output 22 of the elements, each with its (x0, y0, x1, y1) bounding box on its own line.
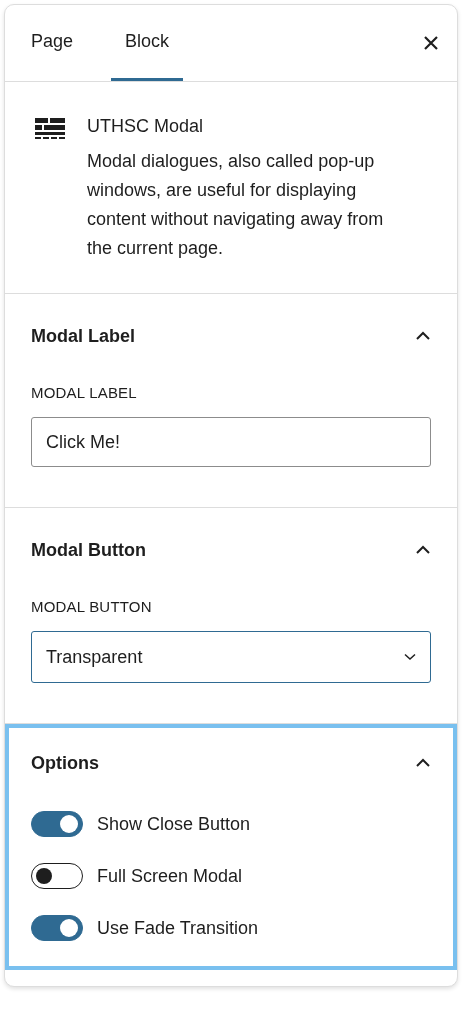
toggle-switch[interactable] (31, 915, 83, 941)
input-field[interactable]: Click Me! (31, 417, 431, 467)
chevron-down-icon (404, 653, 416, 661)
tab[interactable]: Page (17, 5, 88, 81)
section-header[interactable]: Modal Label (31, 294, 431, 378)
block-description: Modal dialogues, also called pop-up windows, are useful for displaying content without navigating away from the current page. (87, 150, 385, 260)
brick-wall-icon (35, 118, 65, 140)
field-label: MODAL LABEL (31, 384, 138, 401)
field-label: MODAL BUTTON (31, 598, 153, 615)
section-header[interactable]: Options (31, 728, 431, 798)
section-header[interactable]: Modal Button (31, 508, 431, 592)
select-field[interactable]: Transparent (31, 631, 431, 683)
toggle-switch[interactable] (31, 811, 83, 837)
chevron-up-icon (415, 545, 431, 555)
block-title: UTHSC Modal (87, 116, 205, 137)
toggle-label: Show Close Button (97, 813, 251, 835)
chevron-up-icon (415, 331, 431, 341)
toggle-switch[interactable] (31, 863, 83, 889)
tab[interactable]: Block (111, 5, 184, 81)
chevron-up-icon (415, 758, 431, 768)
toggle-label: Full Screen Modal (97, 865, 243, 887)
toggle-label: Use Fade Transition (97, 917, 259, 939)
